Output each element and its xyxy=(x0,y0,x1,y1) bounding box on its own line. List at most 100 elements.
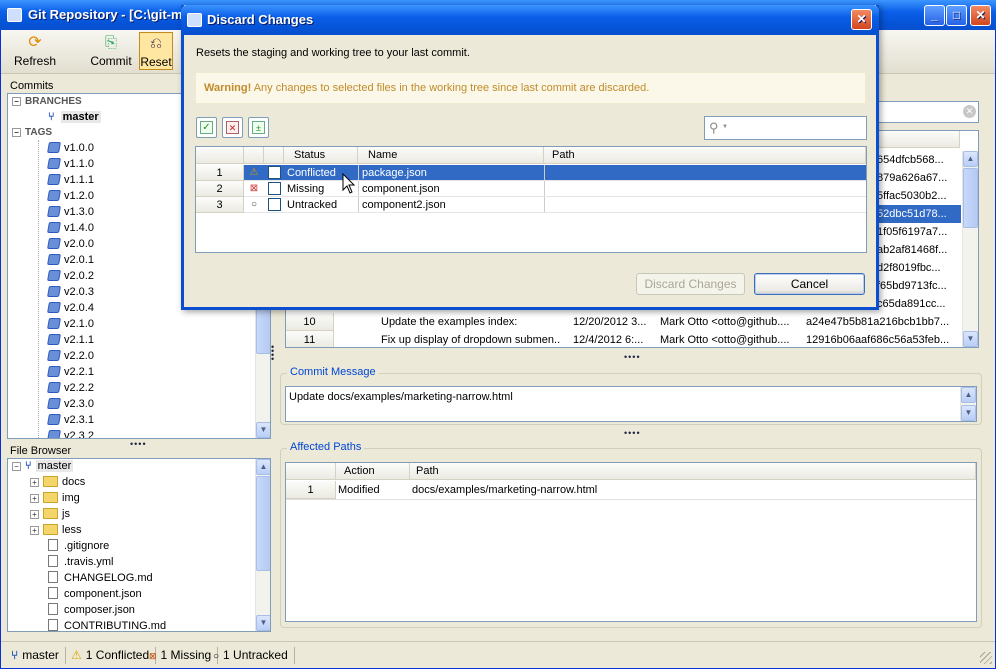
file-item[interactable]: composer.json xyxy=(48,602,135,618)
scroll-up-arrow[interactable]: ▲ xyxy=(256,459,270,475)
folder-item[interactable]: + docs xyxy=(30,474,85,490)
commit-author-cell[interactable]: Mark Otto <otto@github.... xyxy=(660,331,800,347)
commit-hash-cell[interactable]: 879a626a67... xyxy=(875,169,961,187)
checkbox-box[interactable] xyxy=(268,166,281,179)
file-name-cell[interactable]: component2.json xyxy=(358,197,544,213)
splitter-handle[interactable]: •••• xyxy=(624,352,641,362)
path-column-header[interactable]: Path xyxy=(544,147,866,164)
commit-hash-cell[interactable]: 654dfcb568... xyxy=(875,151,961,169)
file-checkbox[interactable] xyxy=(264,181,284,197)
scroll-up-arrow[interactable]: ▲ xyxy=(963,151,978,167)
status-column-header[interactable]: Status xyxy=(284,147,358,164)
name-column-header[interactable]: Name xyxy=(358,147,544,164)
tag-item[interactable]: v2.1.1 xyxy=(47,332,94,348)
close-window-button[interactable]: ✕ xyxy=(970,5,991,26)
tag-item[interactable]: v1.2.0 xyxy=(47,188,94,204)
tag-item[interactable]: v2.2.1 xyxy=(47,364,94,380)
scroll-thumb[interactable] xyxy=(256,476,270,571)
commit-table-scrollbar[interactable]: ▲ ▼ xyxy=(962,151,978,347)
scroll-down-arrow[interactable]: ▼ xyxy=(256,422,270,438)
folder-item[interactable]: + less xyxy=(30,522,82,538)
file-name-cell[interactable]: component.json xyxy=(358,181,544,197)
expand-icon[interactable]: + xyxy=(30,526,39,535)
resize-grip[interactable] xyxy=(980,652,992,664)
deselect-all-button[interactable]: ✕ xyxy=(222,117,243,138)
commit-button[interactable]: ⎘ Commit xyxy=(83,32,139,70)
commit-hash-cell[interactable]: d2f8019fbc... xyxy=(875,259,961,277)
commit-hash-cell[interactable]: c65da891cc... xyxy=(875,295,961,313)
tag-item[interactable]: v1.4.0 xyxy=(47,220,94,236)
commit-hash-cell[interactable]: f65bd9713fc... xyxy=(875,277,961,295)
commit-hash-cell[interactable]: 1f05f6197a7... xyxy=(875,223,961,241)
commit-message-cell[interactable]: Fix up display of dropdown submen... xyxy=(381,331,561,347)
clear-search-icon[interactable]: ✕ xyxy=(963,105,976,118)
scroll-up-arrow[interactable]: ▲ xyxy=(961,387,976,403)
folder-item[interactable]: + img xyxy=(30,490,80,506)
file-item[interactable]: CONTRIBUTING.md xyxy=(48,618,166,631)
vertical-splitter[interactable]: • • • • xyxy=(271,343,274,364)
file-item[interactable]: CHANGELOG.md xyxy=(48,570,153,586)
file-browser-scrollbar[interactable]: ▲ ▼ xyxy=(255,459,270,631)
commit-search-box[interactable]: ✕ xyxy=(874,101,979,123)
invert-selection-button[interactable]: ± xyxy=(248,117,269,138)
file-path-cell[interactable] xyxy=(544,165,866,181)
commit-date-cell[interactable]: 12/20/2012 3... xyxy=(573,313,653,331)
file-root-master[interactable]: − ⑂ master xyxy=(12,459,74,474)
tags-node[interactable]: − TAGS xyxy=(12,125,52,141)
file-checkbox[interactable] xyxy=(264,165,284,181)
branch-master[interactable]: ⑂ master xyxy=(48,109,101,125)
tag-item[interactable]: v2.0.3 xyxy=(47,284,94,300)
commit-message-scrollbar[interactable]: ▲ ▼ xyxy=(960,387,976,421)
checkbox-box[interactable] xyxy=(268,182,281,195)
splitter-handle[interactable]: •••• xyxy=(624,428,641,438)
tag-item[interactable]: v2.1.0 xyxy=(47,316,94,332)
commit-hash-cell[interactable]: ab2af81468f... xyxy=(875,241,961,259)
dialog-close-button[interactable]: ✕ xyxy=(851,9,872,30)
tag-item[interactable]: v2.2.0 xyxy=(47,348,94,364)
commit-hash-cell[interactable]: 12916b06aaf686c56a53feb... xyxy=(806,331,956,347)
commit-author-cell[interactable]: Mark Otto <otto@github.... xyxy=(660,313,800,331)
expand-icon[interactable]: + xyxy=(30,478,39,487)
file-path-cell[interactable] xyxy=(544,181,866,197)
expand-icon[interactable]: + xyxy=(30,510,39,519)
dialog-titlebar[interactable]: Discard Changes ✕ xyxy=(181,5,879,35)
branches-node[interactable]: − BRANCHES xyxy=(12,94,82,110)
tag-item[interactable]: v2.3.1 xyxy=(47,412,94,428)
tag-item[interactable]: v2.0.0 xyxy=(47,236,94,252)
tag-item[interactable]: v2.2.2 xyxy=(47,380,94,396)
scroll-down-arrow[interactable]: ▼ xyxy=(961,405,976,421)
action-column-header[interactable]: Action xyxy=(336,463,410,480)
commit-date-cell[interactable]: 12/4/2012 6:... xyxy=(573,331,653,347)
file-item[interactable]: .travis.yml xyxy=(48,554,114,570)
tag-item[interactable]: v2.3.0 xyxy=(47,396,94,412)
refresh-button[interactable]: ⟳ Refresh xyxy=(5,32,65,70)
commit-message-box[interactable]: Update docs/examples/marketing-narrow.ht… xyxy=(285,386,977,422)
scroll-thumb[interactable] xyxy=(963,168,978,228)
file-checkbox[interactable] xyxy=(264,197,284,213)
commit-hash-cell[interactable]: 52dbc51d78... xyxy=(875,205,961,223)
cancel-button[interactable]: Cancel xyxy=(754,273,865,295)
checkbox-box[interactable] xyxy=(268,198,281,211)
expand-icon[interactable]: + xyxy=(30,494,39,503)
dialog-search-input[interactable]: ⚲ ▼ xyxy=(704,116,867,140)
folder-item[interactable]: + js xyxy=(30,506,70,522)
file-item[interactable]: .gitignore xyxy=(48,538,109,554)
scroll-down-arrow[interactable]: ▼ xyxy=(963,331,978,347)
maximize-button[interactable]: □ xyxy=(946,5,967,26)
splitter-handle[interactable]: •••• xyxy=(130,439,147,449)
file-path-cell[interactable] xyxy=(544,197,866,213)
commit-hash-cell[interactable]: a24e47b5b81a216bcb1bb7... xyxy=(806,313,956,331)
tag-item[interactable]: v1.0.0 xyxy=(47,140,94,156)
tag-item[interactable]: v2.0.2 xyxy=(47,268,94,284)
reset-button[interactable]: ⎌ Reset xyxy=(139,32,173,70)
tag-item[interactable]: v1.1.1 xyxy=(47,172,94,188)
tag-item[interactable]: v1.3.0 xyxy=(47,204,94,220)
affected-row-path[interactable]: docs/examples/marketing-narrow.html xyxy=(412,481,912,499)
commit-hash-cell[interactable]: 5ffac5030b2... xyxy=(875,187,961,205)
file-name-cell[interactable]: package.json xyxy=(358,165,544,181)
select-all-button[interactable]: ✓ xyxy=(196,117,217,138)
commit-message-cell[interactable]: Update the examples index: xyxy=(381,313,561,331)
tag-item[interactable]: v2.0.1 xyxy=(47,252,94,268)
path-column-header[interactable]: Path xyxy=(410,463,976,480)
discard-changes-button[interactable]: Discard Changes xyxy=(636,273,745,295)
